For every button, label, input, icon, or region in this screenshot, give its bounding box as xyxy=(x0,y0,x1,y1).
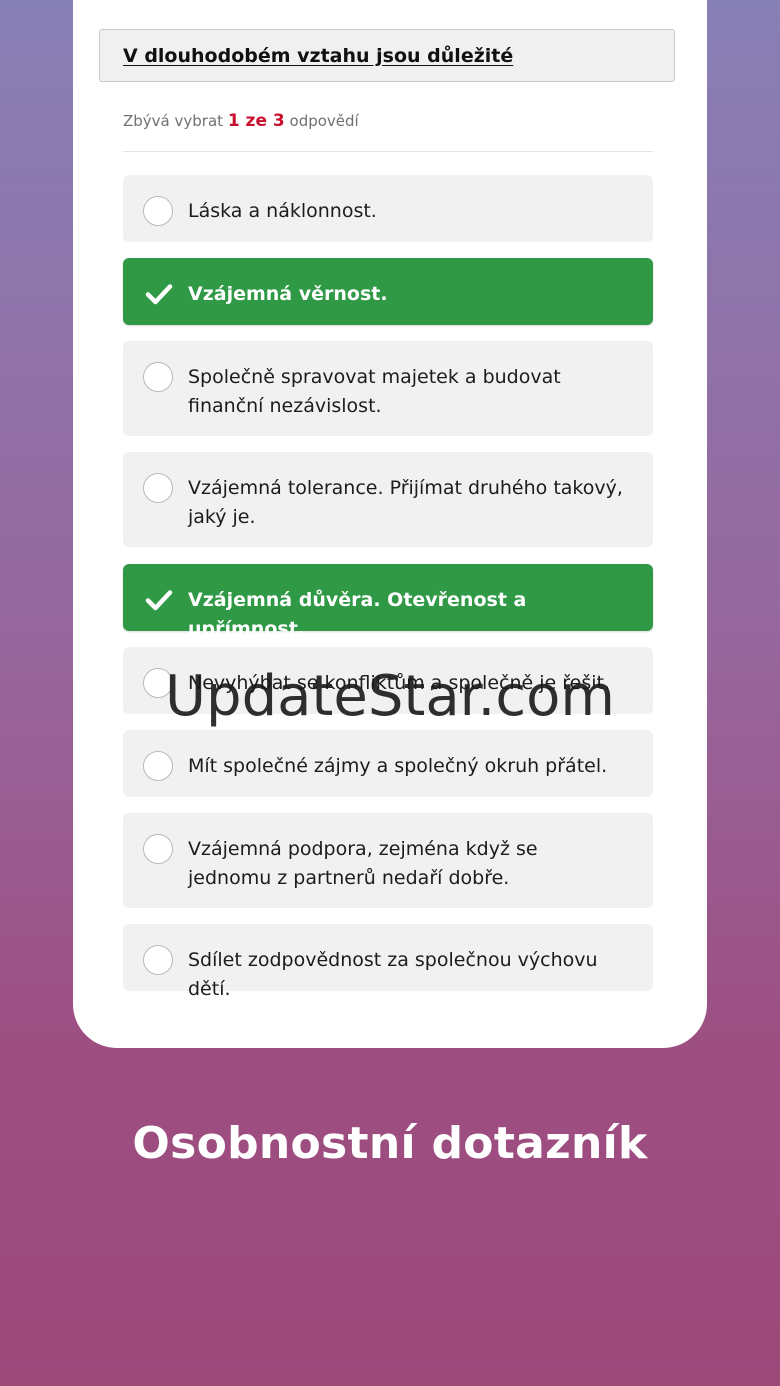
answer-label: Nevyhýbat se konfliktům a společně je ře… xyxy=(188,672,610,694)
answer-label: Vzájemná podpora, zejména když se jednom… xyxy=(188,838,538,889)
answer-label: Společně spravovat majetek a budovat fin… xyxy=(188,366,561,417)
answer-option-9[interactable]: Sdílet zodpovědnost za společnou výchovu… xyxy=(123,924,653,1000)
answer-option-4[interactable]: Vzájemná tolerance. Přijímat druhého tak… xyxy=(123,452,653,547)
checkmark-icon xyxy=(145,590,173,611)
radio-circle-icon xyxy=(143,945,173,975)
radio-circle-icon xyxy=(143,668,173,698)
radio-circle-icon xyxy=(143,362,173,392)
radio-circle-icon xyxy=(143,473,173,503)
answer-label: Mít společné zájmy a společný okruh přát… xyxy=(188,755,608,777)
checkmark-icon xyxy=(145,284,173,305)
answer-label: Vzájemná věrnost. xyxy=(188,283,388,305)
answer-label: Sdílet zodpovědnost za společnou výchovu… xyxy=(188,949,598,1000)
questionnaire-card: V dlouhodobém vztahu jsou důležité Zbývá… xyxy=(73,0,707,1048)
radio-circle-icon xyxy=(143,834,173,864)
question-title: V dlouhodobém vztahu jsou důležité xyxy=(123,44,514,67)
question-header: V dlouhodobém vztahu jsou důležité xyxy=(99,29,675,82)
answer-label: Láska a náklonnost. xyxy=(188,200,377,222)
answer-option-7[interactable]: Mít společné zájmy a společný okruh přát… xyxy=(123,730,653,797)
remaining-prefix: Zbývá vybrat xyxy=(123,112,224,130)
footer-title: Osobnostní dotazník xyxy=(132,1118,648,1169)
remaining-suffix: odpovědí xyxy=(289,112,359,130)
answer-option-5[interactable]: Vzájemná důvěra. Otevřenost a upřímnost. xyxy=(123,564,653,640)
answer-option-8[interactable]: Vzájemná podpora, zejména když se jednom… xyxy=(123,813,653,908)
answer-option-1[interactable]: Láska a náklonnost. xyxy=(123,175,653,242)
divider xyxy=(123,151,653,152)
remaining-answers-text: Zbývá vybrat 1 ze 3 odpovědí xyxy=(123,111,359,131)
radio-circle-icon xyxy=(143,196,173,226)
answer-option-2[interactable]: Vzájemná věrnost. xyxy=(123,258,653,325)
radio-circle-icon xyxy=(143,751,173,781)
answer-option-3[interactable]: Společně spravovat majetek a budovat fin… xyxy=(123,341,653,436)
answer-option-6[interactable]: Nevyhýbat se konfliktům a společně je ře… xyxy=(123,647,653,714)
answer-label: Vzájemná tolerance. Přijímat druhého tak… xyxy=(188,477,623,528)
remaining-count: 1 ze 3 xyxy=(227,111,285,131)
answer-label: Vzájemná důvěra. Otevřenost a upřímnost. xyxy=(188,589,527,640)
